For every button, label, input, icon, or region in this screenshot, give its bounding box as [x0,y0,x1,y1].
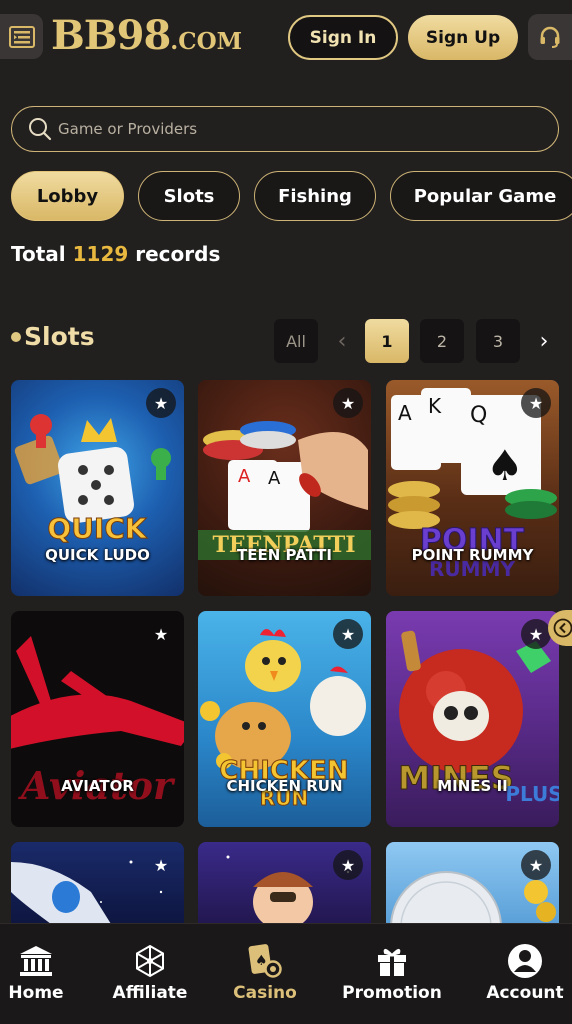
game-title: QUICK LUDO [45,546,150,564]
svg-text:A: A [268,468,281,489]
pager-page-2[interactable]: 2 [420,319,464,363]
nav-account-label: Account [486,983,564,1003]
pager-next-button[interactable]: › [528,319,560,363]
network-icon [136,944,164,978]
game-title: POINT RUMMY [411,546,534,564]
pager-page-1[interactable]: 1 [365,319,409,363]
total-records: Total 1129 records [11,242,220,266]
nav-affiliate[interactable]: Affiliate [108,924,192,1024]
records-count: 1129 [72,242,129,266]
menu-icon [8,25,35,48]
game-card-coins[interactable]: ★ [386,842,559,924]
tab-lobby[interactable]: Lobby [11,171,124,221]
svg-text:A: A [238,466,251,487]
favorite-star-icon[interactable]: ★ [333,850,363,880]
game-card-aviator[interactable]: Aviator AVIATOR ★ [11,611,184,827]
tab-slots[interactable]: Slots [138,171,240,221]
records-prefix: Total [11,242,66,266]
headset-icon [540,26,560,48]
favorite-star-icon[interactable]: ★ [146,619,176,649]
svg-text:A: A [398,401,412,425]
bank-icon [20,946,52,976]
svg-text:QUICK: QUICK [47,512,148,545]
game-card-rocket[interactable]: ★ [11,842,184,924]
game-card-mines-ii[interactable]: MINES PLUS MINES II ★ [386,611,559,827]
cards-icon: ♠ [248,944,282,978]
favorite-star-icon[interactable]: ★ [521,850,551,880]
sign-in-button[interactable]: Sign In [288,15,398,60]
nav-promotion-label: Promotion [342,983,442,1003]
game-title: MINES II [437,777,508,795]
favorite-star-icon[interactable]: ★ [146,388,176,418]
pager-prev-button[interactable]: ‹ [326,319,358,363]
pager-page-3[interactable]: 3 [476,319,520,363]
brand-logo[interactable]: BB98.COM [51,12,242,59]
svg-text:♠: ♠ [486,441,524,490]
bullet-dot [11,331,21,342]
bottom-navigation: Home Affiliate ♠ Casino Promotion Accoun… [0,923,572,1024]
game-title: AVIATOR [61,777,134,795]
svg-text:K: K [428,394,442,418]
game-card-teen-patti[interactable]: A A TEENPATTI TEEN PATTI ★ [198,380,371,596]
search-input[interactable]: Game or Providers [11,106,559,152]
header: BB98.COM Sign In Sign Up [0,0,572,80]
game-card-point-rummy[interactable]: A K Q ♠ POINT RUMMY POINT RUMMY ★ [386,380,559,596]
nav-account[interactable]: Account [484,924,566,1024]
sign-up-button[interactable]: Sign Up [408,15,518,60]
game-card-chicken-run[interactable]: CHICKEN RUN CHICKEN RUN ★ [198,611,371,827]
section-title-text: Slots [24,322,95,351]
favorite-star-icon[interactable]: ★ [333,388,363,418]
nav-affiliate-label: Affiliate [112,983,188,1003]
game-card-quick-ludo[interactable]: QUICK QUICK LUDO ★ [11,380,184,596]
favorite-star-icon[interactable]: ★ [521,388,551,418]
tab-fishing[interactable]: Fishing [254,171,376,221]
favorite-star-icon[interactable]: ★ [333,619,363,649]
support-button[interactable] [528,14,572,60]
search-placeholder: Game or Providers [58,120,198,138]
nav-casino-label: Casino [233,983,297,1003]
game-title: TEEN PATTI [237,546,332,564]
category-tabs: Lobby Slots Fishing Popular Game [11,171,572,221]
nav-home[interactable]: Home [0,924,72,1024]
game-card-pilot[interactable]: ★ [198,842,371,924]
svg-text:Q: Q [470,403,487,428]
nav-home-label: Home [8,983,64,1003]
gift-icon [378,949,406,976]
favorite-star-icon[interactable]: ★ [146,850,176,880]
favorite-star-icon[interactable]: ★ [521,619,551,649]
pager-all-button[interactable]: All [274,319,318,363]
logo-suffix: .COM [170,28,243,55]
arrow-left-circle-icon [553,618,572,638]
logo-main: BB98 [51,12,171,59]
game-title: CHICKEN RUN [226,777,343,795]
tab-popular-game[interactable]: Popular Game [390,171,572,221]
section-title: Slots [11,322,95,351]
nav-promotion[interactable]: Promotion [340,924,444,1024]
nav-casino[interactable]: ♠ Casino [228,924,302,1024]
menu-button[interactable] [0,14,43,59]
user-icon [508,944,542,978]
records-suffix: records [135,242,221,266]
search-icon [29,118,52,141]
